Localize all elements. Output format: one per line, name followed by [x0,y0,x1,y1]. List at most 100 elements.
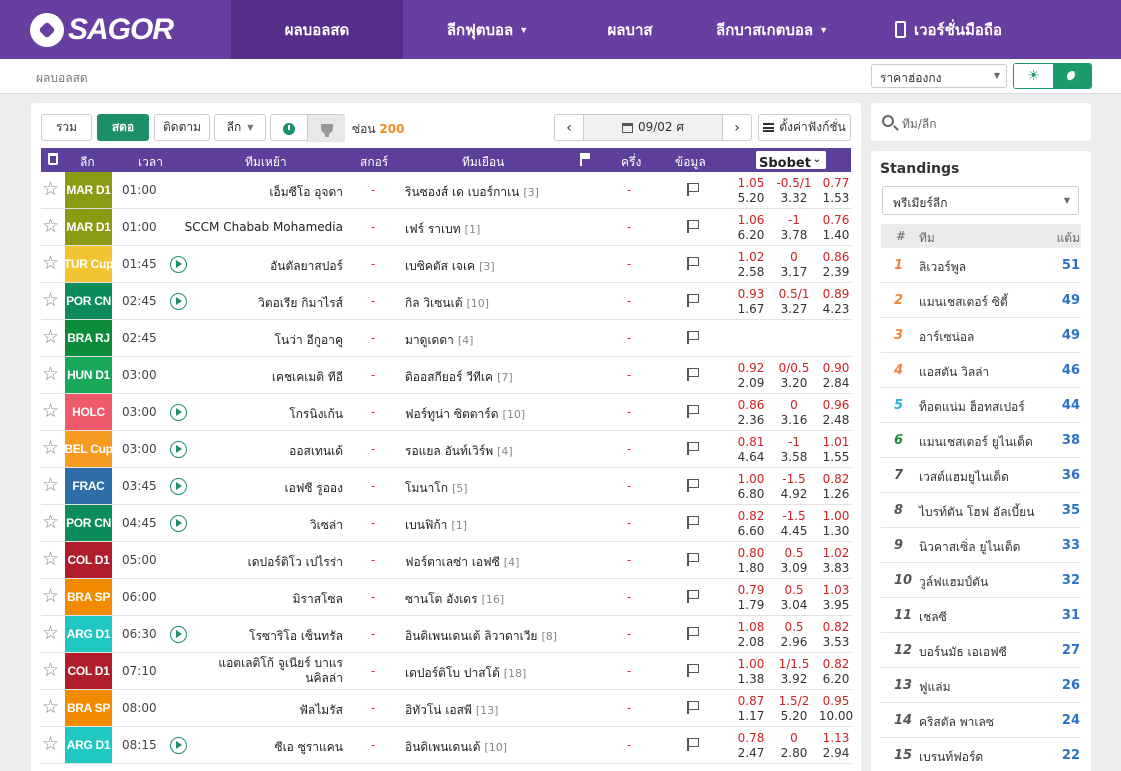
score[interactable]: - [371,442,375,456]
away-team[interactable]: มาดูเดดา [405,333,454,347]
nav-item-1[interactable]: ลีกฟุตบอล ▼ [403,0,572,59]
nav-item-0[interactable]: ผลบอลสด [231,0,403,59]
odds-cell[interactable]: 0.87 1.17 [729,694,773,724]
team-search[interactable]: ทีม/ลีก [871,103,1091,141]
all-button[interactable]: รวม [41,114,92,141]
hidden-count[interactable]: ซ่อน 200 [352,120,404,139]
flag-icon[interactable] [687,479,699,492]
home-team[interactable]: อันตัลยาสปอร์ [270,257,343,276]
away-team[interactable]: รอแยล อันท์เวิร์พ [405,444,493,458]
home-team[interactable]: เคชเคเมติ ทีอี [272,368,343,387]
flag-icon[interactable] [687,553,699,566]
odds-cell[interactable]: 0.78 2.47 [729,731,773,761]
home-team[interactable]: แอตเลติโก้ จูเนียร์ บาแรนคิลล่า [203,656,343,686]
home-team[interactable]: SCCM Chabab Mohamedia [185,220,343,234]
odds-cell[interactable]: 1.06 6.20 [729,213,773,243]
league-badge[interactable]: POR CN [65,505,112,541]
odds-cell[interactable]: 0 3.17 [772,250,816,280]
away-team[interactable]: อินดิเพนเดนเต้ ลิวาดาเวีย [405,629,537,643]
odds-cell[interactable]: 1.13 2.94 [816,731,856,761]
odds-cell[interactable]: 1.02 2.58 [729,250,773,280]
away-team[interactable]: ซานโต อังเดร [405,592,478,606]
odds-cell[interactable]: -0.5/1 3.32 [772,176,816,206]
star-icon[interactable]: ☆ [42,291,59,310]
odds-cell[interactable]: 0.86 2.36 [729,398,773,428]
league-badge[interactable]: BRA SP [65,579,112,615]
odds-cell[interactable]: -1 3.58 [772,435,816,465]
play-icon[interactable] [170,293,187,310]
star-icon[interactable]: ☆ [42,661,59,680]
standings-row[interactable]: 7 เวสต์แฮมยูไนเต็ด 36 [881,458,1081,493]
odds-cell[interactable]: 0.81 4.64 [729,435,773,465]
home-team[interactable]: โกรนิงเก้น [289,405,343,424]
home-team[interactable]: วิเซล่า [310,516,343,535]
odds-cell[interactable]: 1.05 5.20 [729,176,773,206]
away-team[interactable]: รินซองส์ เด เบอร์กาเน [405,185,519,199]
league-badge[interactable]: FRAC [65,468,112,504]
league-badge[interactable]: ARG D1 [65,616,112,652]
home-team[interactable]: เดปอร์ติโว เปไรร่า [248,553,343,572]
star-icon[interactable]: ☆ [42,476,59,495]
odds-cell[interactable]: 1.01 1.55 [816,435,856,465]
star-icon[interactable]: ☆ [42,328,59,347]
league-badge[interactable]: POR CN [65,283,112,319]
star-icon[interactable]: ☆ [42,735,59,754]
away-team[interactable]: เบซิคตัส เจเค [405,259,475,273]
odds-cell[interactable]: 0.77 1.53 [816,176,856,206]
flag-icon[interactable] [687,738,699,751]
league-badge[interactable]: HOLC [65,394,112,430]
standings-team[interactable]: นิวคาสเซิ่ล ยูไนเต็ด [919,538,1020,557]
flag-icon[interactable] [687,590,699,603]
standings-team[interactable]: ไบรท์ตัน โฮฟ อัลเบี้ยน [919,503,1034,522]
standings-row[interactable]: 15 เบรนท์ฟอร์ด 22 [881,738,1081,771]
home-team[interactable]: วิตอเรีย กิมาไรส์ [258,294,343,313]
league-badge[interactable]: HUN D1 [65,357,112,393]
score[interactable]: - [371,368,375,382]
odds-cell[interactable]: 0.80 1.80 [729,546,773,576]
odds-cell[interactable]: 0.93 1.67 [729,287,773,317]
trash-icon[interactable] [48,153,58,165]
star-icon[interactable]: ☆ [42,624,59,643]
standings-team[interactable]: แอสตัน วิลล่า [919,363,989,382]
league-badge[interactable]: TUR Cup [64,246,113,282]
home-team[interactable]: ออสเทนเด้ [289,442,343,461]
home-team[interactable]: เอ็มซีโอ อุจดา [269,183,343,202]
star-icon[interactable]: ☆ [42,217,59,236]
flag-icon[interactable] [687,442,699,455]
flag-icon[interactable] [687,405,699,418]
league-filter-button[interactable]: ลีก ▼ [214,114,266,141]
standings-team[interactable]: เวสต์แฮมยูไนเต็ด [919,468,1009,487]
score[interactable]: - [371,590,375,604]
standings-row[interactable]: 6 แมนเชสเตอร์ ยูไนเต็ด 38 [881,423,1081,458]
standings-team[interactable]: บอร์นมัธ เอเอฟซี [919,643,1007,662]
follow-button[interactable]: ติดตาม [154,114,210,141]
away-team[interactable]: ฟอร์ตาเลซ่า เอฟซี [405,555,500,569]
star-icon[interactable]: ☆ [42,439,59,458]
home-team[interactable]: โนว่า อีกูอาคู [275,331,343,350]
standings-row[interactable]: 9 นิวคาสเซิ่ล ยูไนเต็ด 33 [881,528,1081,563]
odds-cell[interactable]: 0.95 10.00 [816,694,856,724]
breadcrumb[interactable]: ผลบอลสด [36,69,88,88]
away-team[interactable]: โมนาโก [405,481,448,495]
star-icon[interactable]: ☆ [42,550,59,569]
sort-by-league-button[interactable] [308,115,345,142]
away-team[interactable]: ฟอร์ทูน่า ซิตตาร์ด [405,407,499,421]
odds-cell[interactable]: 0.92 2.09 [729,361,773,391]
score[interactable]: - [371,405,375,419]
away-team[interactable]: เบนฟิก้า [405,518,447,532]
star-icon[interactable]: ☆ [42,254,59,273]
odds-cell[interactable]: 1.00 6.80 [729,472,773,502]
odds-cell[interactable]: 0 2.80 [772,731,816,761]
standings-team[interactable]: แมนเชสเตอร์ ซิตี้ [919,293,1008,312]
odds-cell[interactable]: -1 3.78 [772,213,816,243]
standings-row[interactable]: 8 ไบรท์ตัน โฮฟ อัลเบี้ยน 35 [881,493,1081,528]
odds-cell[interactable]: 1.03 3.95 [816,583,856,613]
score[interactable]: - [371,331,375,345]
odds-cell[interactable]: 1.00 1.30 [816,509,856,539]
flag-icon[interactable] [687,627,699,640]
away-team[interactable]: อินดิเพนเดนเต้ [405,740,480,754]
bookmaker-select[interactable]: Sbobet ⌄ [756,151,826,171]
play-icon[interactable] [170,626,187,643]
standings-row[interactable]: 14 คริสตัล พาเลซ 24 [881,703,1081,738]
league-badge[interactable]: COL D1 [65,653,112,689]
